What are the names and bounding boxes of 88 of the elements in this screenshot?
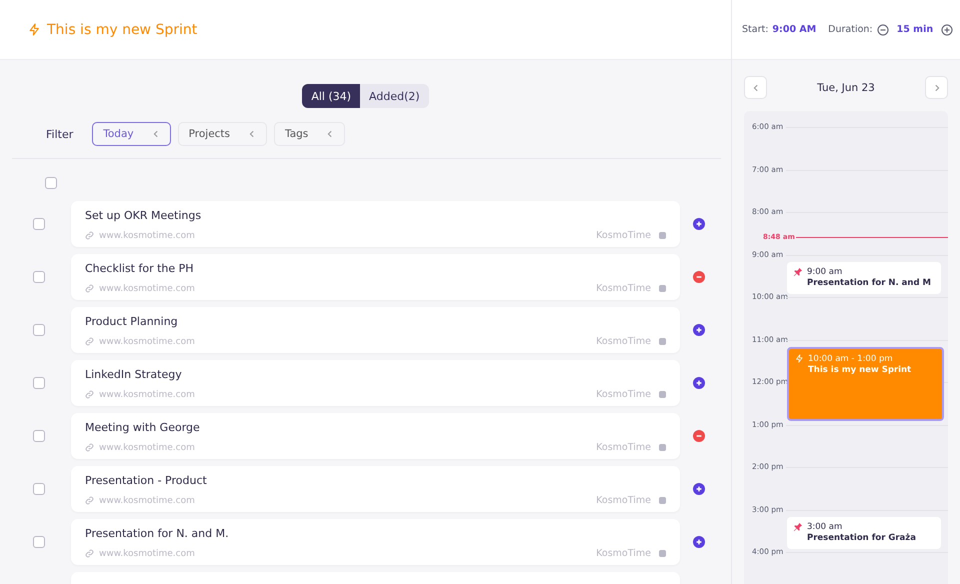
remove-button[interactable]: [693, 271, 705, 283]
calendar-date: Tue, Jun 23: [817, 82, 875, 94]
event-title: This is my new Sprint: [808, 365, 912, 375]
calendar-event[interactable]: 9:00 am Presentation for N. and M: [787, 262, 941, 294]
next-day-button[interactable]: [925, 76, 948, 99]
task-title: Presentation - Product: [85, 474, 208, 487]
filter-dropdown[interactable]: Projects: [178, 122, 268, 146]
event-time: 3:00 am: [807, 522, 844, 532]
task-source: KosmoTime: [596, 548, 651, 559]
task-source: KosmoTime: [596, 389, 651, 400]
chevron-left-icon: [152, 130, 160, 138]
link-icon: [85, 390, 94, 399]
link-icon: [85, 549, 94, 558]
plus-icon: [695, 326, 703, 334]
task-checkbox[interactable]: [33, 483, 45, 495]
task-card[interactable]: Set up OKR Meetings www.kosmotime.com KosmoTime: [71, 201, 680, 247]
task-url: www.kosmotime.com: [99, 336, 195, 346]
add-button[interactable]: [693, 218, 705, 230]
task-url: www.kosmotime.com: [99, 442, 195, 452]
task-source: KosmoTime: [596, 283, 651, 294]
task-card[interactable]: Presentation - Product www.kosmotime.com KosmoTime: [71, 466, 680, 512]
task-source: KosmoTime: [596, 495, 651, 506]
task-card[interactable]: LinkedIn Strategy www.kosmotime.com KosmoTime: [71, 360, 680, 406]
select-all-checkbox[interactable]: [45, 177, 57, 189]
add-button[interactable]: [693, 377, 705, 389]
filter-tab[interactable]: Added(2): [360, 84, 429, 108]
duration-label: Duration:: [828, 24, 873, 35]
duration-value: 15 min: [896, 24, 934, 35]
event-time: 9:00 am: [807, 267, 844, 277]
task-url: www.kosmotime.com: [99, 548, 195, 558]
task-card[interactable]: Checklist for the PH www.kosmotime.com KosmoTime: [71, 254, 680, 300]
plus-icon: [695, 538, 703, 546]
add-button[interactable]: [693, 536, 705, 548]
minus-icon[interactable]: [876, 24, 889, 36]
task-title: Meeting with George: [85, 421, 201, 434]
start-time[interactable]: 9:00 AM: [772, 24, 816, 35]
link-icon: [85, 337, 94, 346]
task-card[interactable]: Product Planning www.kosmotime.com KosmoTime: [71, 307, 680, 353]
task-title: Checklist for the PH: [85, 262, 195, 275]
remove-button[interactable]: [693, 430, 705, 442]
link-icon: [85, 231, 94, 240]
previous-day-button[interactable]: [744, 76, 767, 99]
task-title: Presentation for N. and M.: [85, 527, 230, 540]
start-label: Start:: [742, 24, 768, 35]
task-url: www.kosmotime.com: [99, 390, 195, 400]
task-source: KosmoTime: [596, 230, 651, 241]
task-card[interactable]: Presentation for N. and M. www.kosmotime.com KosmoTime: [71, 519, 680, 565]
lightning-icon: [28, 23, 41, 36]
pin-icon: [793, 267, 803, 277]
task-url: www.kosmotime.com: [99, 496, 195, 506]
sprint-title: This is my new Sprint: [47, 22, 198, 38]
event-time: 10:00 am - 1:00 pm: [808, 354, 894, 364]
lightning-icon: [795, 354, 804, 363]
plus-icon[interactable]: [941, 24, 954, 36]
pin-icon: [793, 522, 803, 532]
event-title: Presentation for N. and M: [807, 278, 931, 288]
task-checkbox[interactable]: [33, 536, 45, 548]
task-title: Product Planning: [85, 315, 179, 328]
plus-icon: [695, 485, 703, 493]
chevron-left-icon: [326, 130, 334, 138]
task-title: LinkedIn Strategy: [85, 368, 183, 381]
add-button[interactable]: [693, 324, 705, 336]
filter-tab[interactable]: All (34): [302, 84, 360, 108]
filter-dropdown[interactable]: Today: [92, 122, 171, 146]
task-checkbox[interactable]: [33, 430, 45, 442]
filter-label: Filter: [46, 128, 74, 140]
chevron-left-icon: [752, 84, 760, 92]
task-url: www.kosmotime.com: [99, 230, 195, 240]
plus-icon: [695, 220, 703, 228]
task-title: Set up OKR Meetings: [85, 209, 202, 222]
link-icon: [85, 284, 94, 293]
task-checkbox[interactable]: [33, 377, 45, 389]
task-source: KosmoTime: [596, 442, 651, 453]
task-card[interactable]: Meeting with George www.kosmotime.com KosmoTime: [71, 413, 680, 459]
task-checkbox[interactable]: [33, 324, 45, 336]
link-icon: [85, 496, 94, 505]
task-source: KosmoTime: [596, 336, 651, 347]
calendar-event[interactable]: 3:00 am Presentation for Graża: [787, 517, 941, 549]
task-checkbox[interactable]: [33, 218, 45, 230]
chevron-right-icon: [932, 84, 940, 92]
plus-icon: [695, 379, 703, 387]
link-icon: [85, 443, 94, 452]
task-checkbox[interactable]: [33, 271, 45, 283]
chevron-left-icon: [248, 130, 256, 138]
filter-dropdown[interactable]: Tags: [274, 122, 346, 146]
add-button[interactable]: [693, 483, 705, 495]
task-url: www.kosmotime.com: [99, 284, 195, 294]
event-title: Presentation for Graża: [807, 533, 916, 543]
